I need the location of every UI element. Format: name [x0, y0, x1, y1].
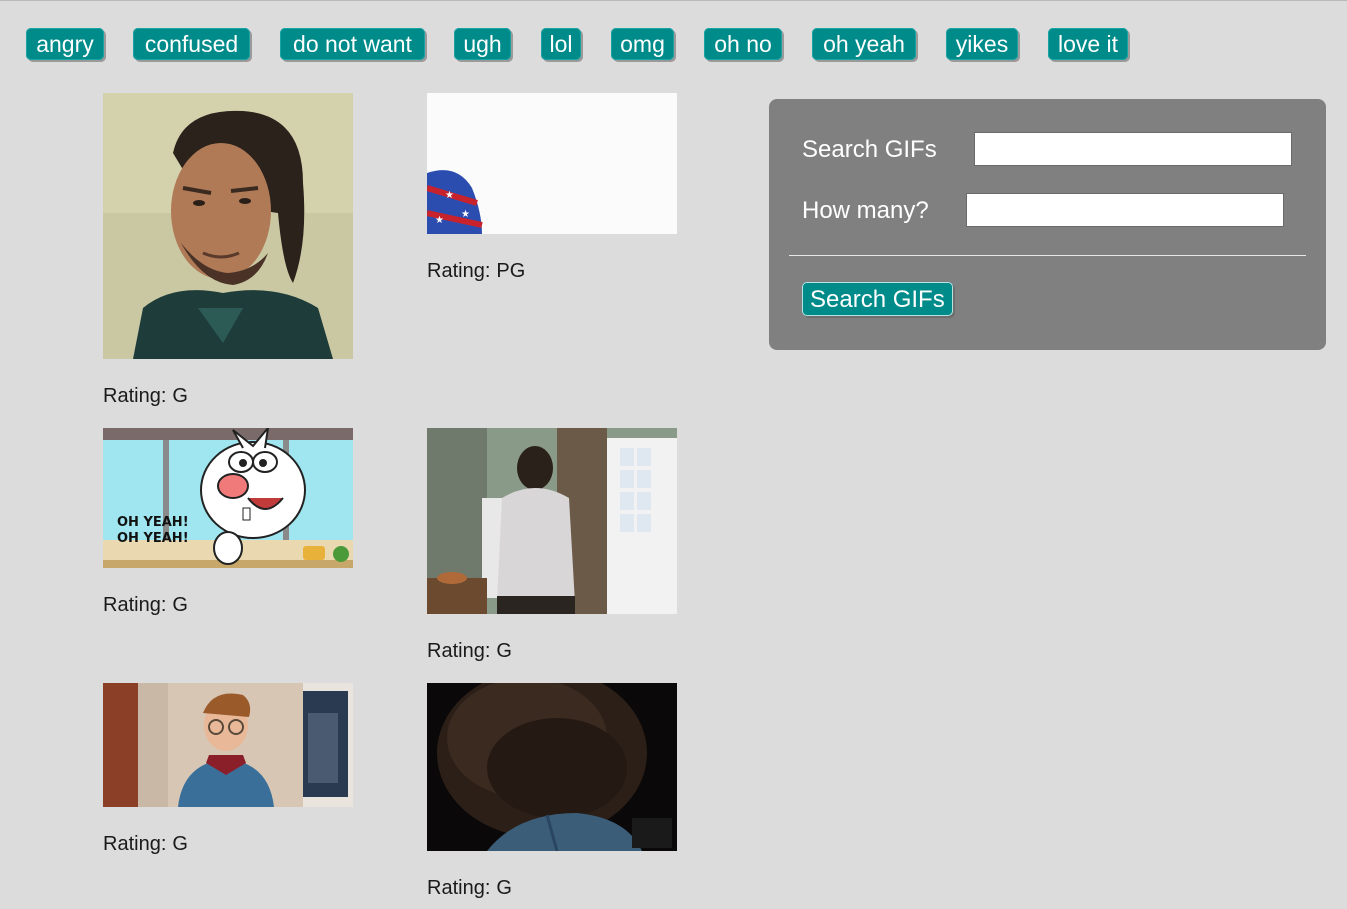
gif-rating: Rating: G — [427, 640, 512, 663]
gif-rating: Rating: G — [103, 385, 188, 408]
svg-text:★: ★ — [445, 190, 454, 201]
topic-button-ugh[interactable]: ugh — [454, 28, 511, 60]
gif-rating: Rating: PG — [427, 260, 525, 283]
topic-button-lol[interactable]: lol — [541, 28, 581, 60]
rating-label: Rating: — [103, 385, 167, 407]
gif-image[interactable] — [103, 683, 353, 807]
gif-rating: Rating: G — [427, 877, 512, 900]
gif-image[interactable] — [427, 683, 677, 851]
topic-button-do-not-want[interactable]: do not want — [280, 28, 425, 60]
search-form-panel: Search GIFs How many? Search GIFs — [769, 99, 1326, 350]
topic-button-omg[interactable]: omg — [611, 28, 674, 60]
count-input[interactable] — [966, 193, 1284, 227]
rating-value: G — [172, 833, 188, 855]
topic-button-yikes[interactable]: yikes — [946, 28, 1018, 60]
topic-button-angry[interactable]: angry — [26, 28, 104, 60]
topic-button-oh-yeah[interactable]: oh yeah — [812, 28, 916, 60]
rating-value: G — [172, 594, 188, 616]
search-label: Search GIFs — [802, 136, 937, 163]
topic-button-confused[interactable]: confused — [133, 28, 250, 60]
rating-value: PG — [496, 260, 526, 282]
rating-value: G — [496, 877, 512, 899]
gif-image[interactable] — [103, 93, 353, 359]
rating-label: Rating: — [427, 640, 491, 662]
rating-label: Rating: — [103, 833, 167, 855]
form-divider — [789, 255, 1306, 256]
count-label: How many? — [802, 197, 929, 224]
gif-rating: Rating: G — [103, 594, 188, 617]
rating-value: G — [496, 640, 512, 662]
svg-text:★: ★ — [461, 209, 470, 220]
gif-image[interactable]: ★ ★ ★ — [427, 93, 677, 234]
search-input[interactable] — [974, 132, 1292, 166]
search-submit-button[interactable]: Search GIFs — [802, 282, 953, 316]
svg-text:★: ★ — [435, 215, 444, 226]
rating-value: G — [172, 385, 188, 407]
gif-image[interactable]: OH YEAH! OH YEAH! — [103, 428, 353, 568]
gif-caption: OH YEAH! — [117, 531, 189, 546]
rating-label: Rating: — [427, 877, 491, 899]
rating-label: Rating: — [103, 594, 167, 616]
gif-image[interactable] — [427, 428, 677, 614]
topic-button-bar: angry confused do not want ugh lol omg o… — [0, 1, 1347, 81]
topic-button-love-it[interactable]: love it — [1048, 28, 1128, 60]
gif-rating: Rating: G — [103, 833, 188, 856]
gif-caption: OH YEAH! — [117, 515, 189, 530]
topic-button-oh-no[interactable]: oh no — [704, 28, 782, 60]
rating-label: Rating: — [427, 260, 491, 282]
